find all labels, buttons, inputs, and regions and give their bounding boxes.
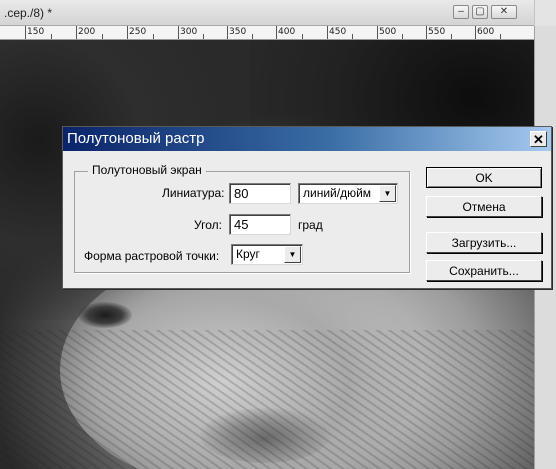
ok-button[interactable]: OK [426,167,542,188]
ruler-label: 250 [129,27,147,37]
ruler-tick [451,34,452,39]
frequency-label: Линиатура: [162,186,225,200]
ruler-label: 300 [180,27,198,37]
frequency-unit-value: линий/дюйм [303,186,372,200]
angle-unit-label: град [298,218,323,232]
ruler-tick [102,34,103,39]
frequency-unit-select[interactable]: линий/дюйм ▼ [298,183,398,204]
document-minimize-button[interactable]: – [453,5,469,19]
cancel-button[interactable]: Отмена [426,196,542,217]
dialog-title: Полутоновый растр [67,130,205,147]
ruler-tick [127,26,128,39]
restore-icon: ▢ [475,6,485,17]
group-label: Полутоновый экран [88,163,206,177]
ruler-tick [178,26,179,39]
document-title: .сер./8) * [4,6,53,20]
close-icon: ✕ [533,131,544,147]
frequency-input[interactable]: 80 [229,183,291,204]
ruler-tick [227,26,228,39]
chevron-down-icon[interactable]: ▼ [284,246,301,263]
ruler-tick [203,34,204,39]
ruler-label: 500 [379,27,397,37]
ruler-tick [500,34,501,39]
minimize-icon: – [458,6,464,17]
ruler-label: 200 [78,27,96,37]
close-icon: ✕ [499,6,509,17]
photo-veil [0,330,534,469]
ruler-tick [252,34,253,39]
ruler-label: 350 [229,27,247,37]
ruler-tick [76,26,77,39]
save-button[interactable]: Сохранить... [426,260,542,281]
dot-shape-value: Круг [236,247,260,261]
ruler-tick [426,26,427,39]
ruler-label: 550 [428,27,446,37]
angle-input[interactable]: 45 [229,214,291,235]
ruler-tick [352,34,353,39]
chevron-down-icon[interactable]: ▼ [379,185,396,202]
document-restore-button[interactable]: ▢ [472,5,488,19]
ruler-label: 150 [27,27,45,37]
scrollbar-corner [534,0,556,26]
ruler-tick [25,26,26,39]
load-button[interactable]: Загрузить... [426,232,542,253]
ruler-tick [51,34,52,39]
ruler-tick [475,26,476,39]
horizontal-ruler: 150 200 250 300 350 400 450 500 550 600 [0,26,534,40]
ruler-label: 450 [329,27,347,37]
ruler-tick [327,26,328,39]
ruler-tick [153,34,154,39]
angle-label: Угол: [194,218,222,232]
ruler-tick [276,26,277,39]
dot-shape-select[interactable]: Круг ▼ [231,244,303,265]
ruler-label: 600 [477,27,495,37]
dialog-titlebar[interactable]: Полутоновый растр ✕ [63,127,551,151]
document-titlebar: .сер./8) * – ▢ ✕ [0,0,556,26]
halftone-screen-dialog: Полутоновый растр ✕ Полутоновый экран Ли… [62,126,552,289]
ruler-tick [302,34,303,39]
dialog-close-button[interactable]: ✕ [530,131,547,147]
document-close-button[interactable]: ✕ [491,5,517,19]
ruler-tick [377,26,378,39]
ruler-label: 400 [278,27,296,37]
photo-eye [78,302,132,328]
ruler-tick [402,34,403,39]
dot-shape-label: Форма растровой точки: [84,249,220,263]
